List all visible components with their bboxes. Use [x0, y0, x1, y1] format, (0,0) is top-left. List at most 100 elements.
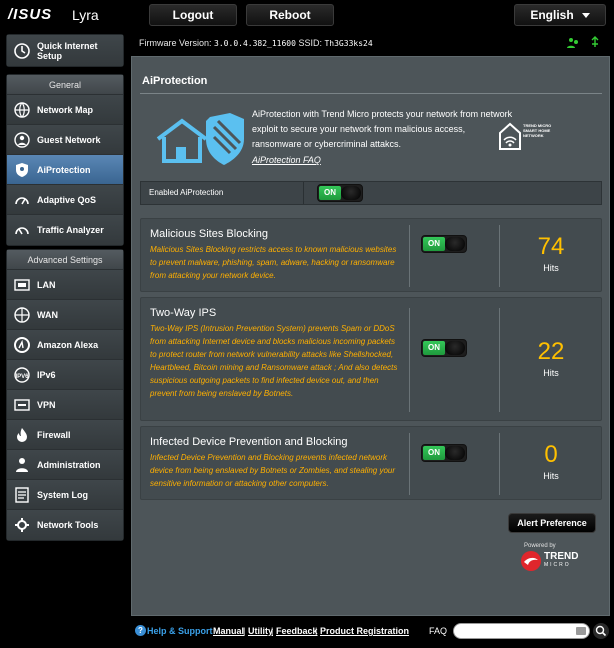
sidebar-item-vpn[interactable]: VPN: [7, 390, 123, 420]
sidebar-advanced-header: Advanced Settings: [7, 250, 123, 270]
sidebar-item-administration[interactable]: Administration: [7, 450, 123, 480]
top-bar: /ISUS Lyra Logout Reboot English: [0, 0, 614, 30]
quick-setup-icon: [13, 42, 31, 60]
product-registration-link[interactable]: Product Registration: [320, 626, 409, 636]
hits-label: Hits: [543, 368, 559, 378]
sidebar-item-adaptive-qos[interactable]: Adaptive QoS: [7, 185, 123, 215]
sidebar-item-label: Adaptive QoS: [37, 194, 97, 205]
row-divider: [303, 182, 304, 204]
firmware-label: Firmware Version:: [139, 38, 212, 48]
sidebar-item-amazon-alexa[interactable]: Amazon Alexa: [7, 330, 123, 360]
firewall-icon: [13, 426, 31, 444]
help-icon: ?: [135, 625, 146, 636]
hits-label: Hits: [543, 263, 559, 273]
two-way-ips-toggle[interactable]: ON: [421, 339, 467, 357]
firmware-value[interactable]: 3.0.0.4.382_11600: [214, 39, 296, 48]
malicious-sites-blocking-card: Malicious Sites Blocking Malicious Sites…: [140, 218, 602, 292]
sidebar-item-lan[interactable]: LAN: [7, 270, 123, 300]
sidebar-advanced: Advanced Settings LAN WAN Amazon Alexa I…: [6, 249, 124, 541]
sidebar-general-header: General: [7, 75, 123, 95]
hits-count: 74: [537, 233, 565, 260]
sidebar-item-aiprotection[interactable]: AiProtection: [7, 155, 123, 185]
toggle-knob: [341, 186, 361, 200]
reboot-button[interactable]: Reboot: [246, 4, 334, 26]
infected-device-prevention-card: Infected Device Prevention and Blocking …: [140, 426, 602, 500]
sidebar-item-label: Administration: [37, 459, 101, 470]
aiprotection-icon: [13, 161, 31, 179]
logout-button[interactable]: Logout: [149, 4, 237, 26]
alert-preference-button[interactable]: Alert Preference: [508, 513, 596, 533]
sidebar-item-label: IPv6: [37, 369, 56, 380]
search-button[interactable]: [593, 623, 609, 639]
sidebar-item-label: Amazon Alexa: [37, 339, 99, 350]
sidebar-item-label: System Log: [37, 489, 89, 500]
sidebar-general: General Network Map Guest Network AiProt…: [6, 74, 124, 246]
trend-micro-logo-text: TREND MICRO SMART HOME NETWORK: [523, 123, 552, 138]
sidebar-item-guest-network[interactable]: Guest Network: [7, 125, 123, 155]
footer-separator: |: [243, 626, 246, 636]
hits-count: 22: [537, 338, 565, 365]
sidebar-item-traffic-analyzer[interactable]: Traffic Analyzer: [7, 215, 123, 245]
sidebar-item-label: Network Tools: [37, 520, 99, 530]
sidebar-item-ipv6[interactable]: IPV6 IPv6: [7, 360, 123, 390]
sidebar-item-label: AiProtection: [37, 164, 91, 175]
qos-icon: [13, 191, 31, 209]
infected-device-prevention-toggle[interactable]: ON: [421, 444, 467, 462]
usb-icon[interactable]: [588, 36, 602, 50]
enable-aiprotection-label: Enabled AiProtection: [149, 188, 224, 197]
help-support-label: Help & Support: [147, 626, 213, 636]
status-bar: Firmware Version: 3.0.0.4.382_11600 SSID…: [131, 34, 610, 54]
system-log-icon: [13, 486, 31, 504]
footer-separator: |: [271, 626, 274, 636]
chevron-down-icon: [581, 13, 590, 19]
page-title: AiProtection: [142, 75, 208, 87]
powered-by-label: Powered by: [524, 543, 556, 549]
sidebar-item-network-map[interactable]: Network Map: [7, 95, 123, 125]
network-map-icon: [13, 101, 31, 119]
brand-logo: /ISUS: [8, 6, 53, 23]
traffic-analyzer-icon: [13, 221, 31, 239]
sidebar-item-wan[interactable]: WAN: [7, 300, 123, 330]
feature-description: Malicious Sites Blocking restricts acces…: [150, 245, 397, 280]
aiprotection-faq-link[interactable]: AiProtection FAQ: [252, 155, 321, 165]
card-divider: [409, 308, 410, 412]
two-way-ips-card: Two-Way IPS Two-Way IPS (Intrusion Preve…: [140, 297, 602, 421]
aiprotection-panel: AiProtection AiProtection with Trend Mic…: [131, 56, 610, 616]
model-name: Lyra: [72, 7, 99, 23]
utility-link[interactable]: Utility: [248, 626, 273, 636]
hits-count: 0: [544, 441, 558, 468]
ipv6-icon: IPV6: [13, 366, 31, 384]
trend-micro-logo: TREND MICRO: [520, 550, 582, 574]
clients-icon[interactable]: [566, 36, 580, 50]
feature-title: Malicious Sites Blocking: [150, 228, 268, 240]
faq-search-input[interactable]: [453, 623, 590, 639]
manual-link[interactable]: Manual: [213, 626, 244, 636]
card-divider: [409, 225, 410, 287]
feedback-link[interactable]: Feedback: [276, 626, 318, 636]
network-tools-icon: [13, 516, 31, 534]
sidebar-item-network-tools[interactable]: Network Tools: [7, 510, 123, 540]
language-select[interactable]: English: [514, 4, 606, 26]
status-icons: [566, 36, 602, 50]
toggle-on-label: ON: [423, 341, 445, 355]
toggle-knob: [445, 341, 465, 355]
card-divider: [499, 225, 500, 287]
keyboard-icon: [576, 627, 586, 635]
feature-title: Infected Device Prevention and Blocking: [150, 436, 348, 448]
house-shield-icon: [152, 109, 248, 169]
ssid-label: SSID:: [298, 38, 322, 48]
footer-separator: |: [315, 626, 318, 636]
feature-description: Infected Device Prevention and Blocking …: [150, 453, 396, 488]
wan-icon: [13, 306, 31, 324]
malicious-sites-blocking-toggle[interactable]: ON: [421, 235, 467, 253]
enable-aiprotection-toggle[interactable]: ON: [317, 184, 363, 202]
toggle-on-label: ON: [423, 446, 445, 460]
sidebar-item-label: Network Map: [37, 104, 94, 115]
sidebar-item-firewall[interactable]: Firewall: [7, 420, 123, 450]
title-divider: [140, 93, 602, 94]
sidebar-item-system-log[interactable]: System Log: [7, 480, 123, 510]
sidebar-item-quick-internet-setup[interactable]: Quick Internet Setup: [7, 35, 123, 66]
sidebar-item-label: LAN: [37, 279, 56, 290]
hits-label: Hits: [543, 471, 559, 481]
aiprotection-description: AiProtection with Trend Micro protects y…: [252, 109, 513, 149]
